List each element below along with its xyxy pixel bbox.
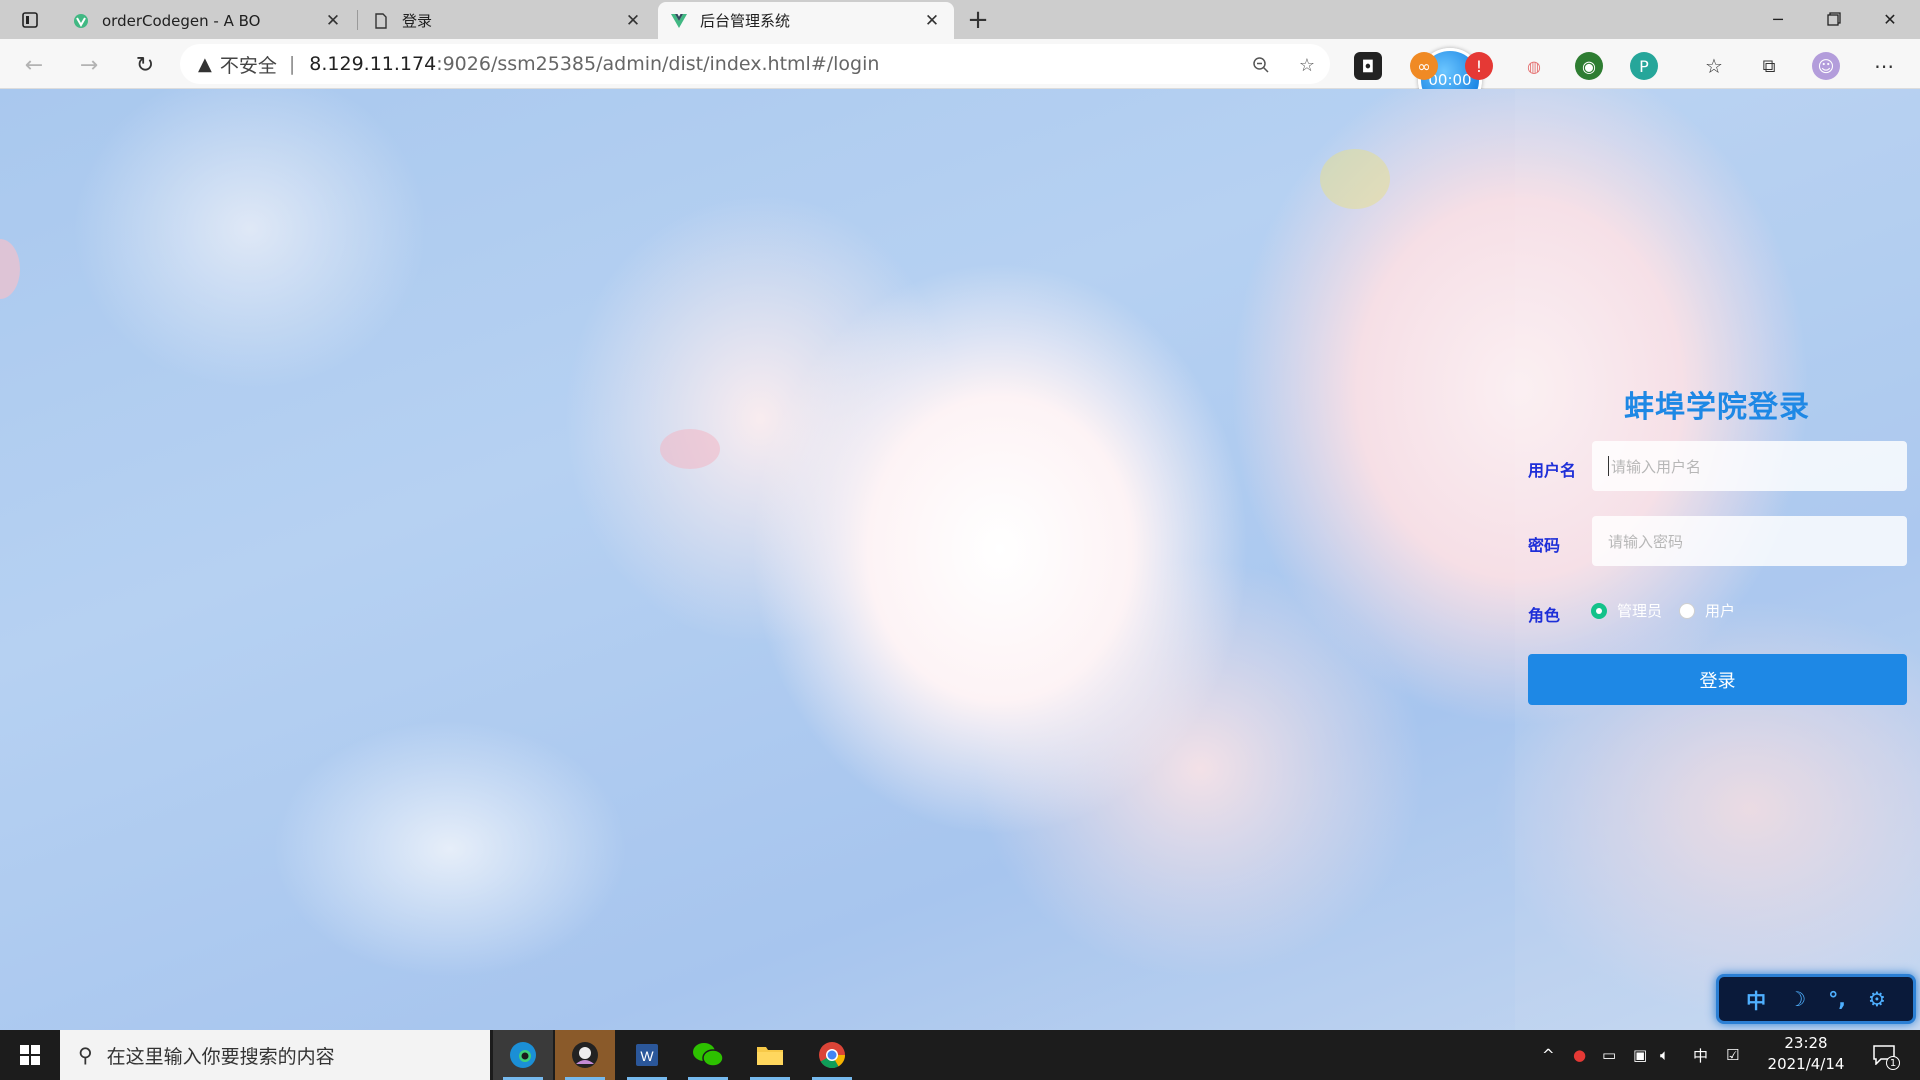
- profile-avatar[interactable]: ☺: [1812, 52, 1840, 80]
- blossom-petal: [0, 239, 20, 299]
- tab-login[interactable]: 登录 ✕: [360, 2, 655, 39]
- forward-icon[interactable]: →: [72, 48, 106, 82]
- ime-punctuation-icon[interactable]: °,: [1828, 987, 1846, 1011]
- extension-red-icon[interactable]: !: [1465, 52, 1493, 80]
- file-explorer-icon[interactable]: [740, 1030, 800, 1080]
- battery-icon[interactable]: ▭: [1602, 1030, 1616, 1080]
- role-radio-admin[interactable]: [1591, 603, 1607, 619]
- more-menu-icon[interactable]: ⋯: [1870, 52, 1898, 80]
- favorites-icon[interactable]: ☆: [1700, 52, 1728, 80]
- tray-show-hidden-icon[interactable]: ^: [1542, 1030, 1555, 1080]
- tray-language[interactable]: 中: [1693, 1030, 1708, 1080]
- security-status: 不安全: [219, 54, 277, 77]
- warning-icon: ▲: [198, 53, 212, 75]
- vue-icon: [670, 12, 688, 30]
- tab-title: 后台管理系统: [700, 12, 791, 30]
- extension-globe-icon[interactable]: ◉: [1575, 52, 1603, 80]
- blossom-petal: [660, 429, 720, 469]
- close-icon[interactable]: ✕: [922, 11, 942, 31]
- screen: orderCodegen - A BO ✕ 登录 ✕ 后台管理系统 ✕ + ─ …: [0, 0, 1920, 1080]
- minimize-icon[interactable]: ─: [1750, 0, 1806, 38]
- ime-language-toggle[interactable]: 中: [1746, 985, 1766, 1014]
- username-placeholder: 请输入用户名: [1611, 457, 1702, 476]
- close-window-icon[interactable]: ✕: [1862, 0, 1918, 38]
- notification-center-icon[interactable]: 1: [1866, 1038, 1902, 1072]
- collections-icon[interactable]: ⧉: [1755, 52, 1783, 80]
- add-favorite-icon[interactable]: ☆: [1294, 52, 1320, 78]
- username-input[interactable]: 请输入用户名: [1592, 441, 1907, 491]
- network-icon[interactable]: ▣: [1633, 1030, 1647, 1080]
- svg-text:W: W: [640, 1048, 654, 1064]
- ime-toolbar: 中 ☽ °, ⚙: [1716, 974, 1916, 1024]
- url-host: 8.129.11.174: [309, 53, 437, 75]
- login-title: 蚌埠学院登录: [1624, 390, 1810, 425]
- tray-check-icon[interactable]: ☑: [1726, 1030, 1739, 1080]
- clock-time: 23:28: [1784, 1034, 1828, 1052]
- password-placeholder: 请输入密码: [1608, 532, 1684, 551]
- tray-app-icon[interactable]: ●: [1573, 1030, 1586, 1080]
- role-user-label[interactable]: 用户: [1705, 600, 1735, 621]
- taskbar-search-placeholder: 在这里输入你要搜索的内容: [106, 1045, 335, 1068]
- text-caret: [1608, 456, 1609, 476]
- tab-divider: [357, 10, 358, 30]
- tab-title: orderCodegen - A BO: [102, 11, 261, 30]
- mascot-icon[interactable]: [555, 1030, 615, 1080]
- password-label: 密码: [1528, 536, 1561, 555]
- browser-tab-bar: orderCodegen - A BO ✕ 登录 ✕ 后台管理系统 ✕ + ─ …: [0, 0, 1920, 39]
- vue-icon: [72, 12, 90, 30]
- close-icon[interactable]: ✕: [623, 11, 643, 31]
- tab-title: 登录: [402, 12, 433, 30]
- role-admin-label[interactable]: 管理员: [1617, 600, 1662, 621]
- ime-moon-icon[interactable]: ☽: [1788, 987, 1806, 1011]
- password-input[interactable]: 请输入密码: [1592, 516, 1907, 566]
- search-icon: ⚲: [78, 1043, 93, 1067]
- new-tab-button[interactable]: +: [960, 5, 996, 35]
- zoom-out-icon[interactable]: [1248, 52, 1274, 78]
- taskbar: ⚲ 在这里输入你要搜索的内容 W ^ ● ▭ ▣ 🔈︎ 中 ☑ 23:28 20…: [0, 1030, 1920, 1080]
- notification-count: 1: [1886, 1056, 1900, 1070]
- tab-admin-system[interactable]: 后台管理系统 ✕: [658, 2, 954, 39]
- close-icon[interactable]: ✕: [323, 11, 343, 31]
- tab-actions-menu-icon[interactable]: [14, 8, 46, 32]
- role-label: 角色: [1528, 606, 1561, 625]
- page-icon: [372, 12, 390, 30]
- clock-date: 2021/4/14: [1767, 1055, 1845, 1073]
- role-radio-user[interactable]: [1679, 603, 1695, 619]
- username-label: 用户名: [1528, 461, 1577, 480]
- ime-settings-icon[interactable]: ⚙: [1868, 987, 1886, 1011]
- address-divider: |: [288, 53, 296, 75]
- taskbar-search-box[interactable]: ⚲ 在这里输入你要搜索的内容: [60, 1030, 490, 1080]
- windows-start-icon[interactable]: [0, 1030, 60, 1080]
- volume-icon[interactable]: 🔈︎: [1660, 1030, 1669, 1080]
- extension-cat-icon[interactable]: ◍: [1520, 52, 1548, 80]
- extension-orange-icon[interactable]: ∞: [1410, 52, 1438, 80]
- extension-translate-icon[interactable]: P: [1630, 52, 1658, 80]
- url-path: :9026/ssm25385/admin/dist/index.html#/lo…: [436, 53, 880, 75]
- address-bar[interactable]: ▲ 不安全 | 8.129.11.174 :9026/ssm25385/admi…: [180, 44, 1330, 84]
- chrome-icon[interactable]: [802, 1030, 862, 1080]
- edge-icon[interactable]: [493, 1030, 553, 1080]
- wechat-icon[interactable]: [678, 1030, 738, 1080]
- word-icon[interactable]: W: [617, 1030, 677, 1080]
- login-button[interactable]: 登录: [1528, 654, 1907, 705]
- taskbar-clock[interactable]: 23:28 2021/4/14: [1766, 1033, 1846, 1077]
- extension-mask-icon[interactable]: ◘: [1354, 52, 1382, 80]
- refresh-icon[interactable]: ↻: [128, 48, 162, 82]
- tab-ordercodegen[interactable]: orderCodegen - A BO ✕: [60, 2, 355, 39]
- restore-icon[interactable]: [1806, 0, 1862, 38]
- back-icon[interactable]: ←: [17, 48, 51, 82]
- blossom-bud: [1320, 149, 1390, 209]
